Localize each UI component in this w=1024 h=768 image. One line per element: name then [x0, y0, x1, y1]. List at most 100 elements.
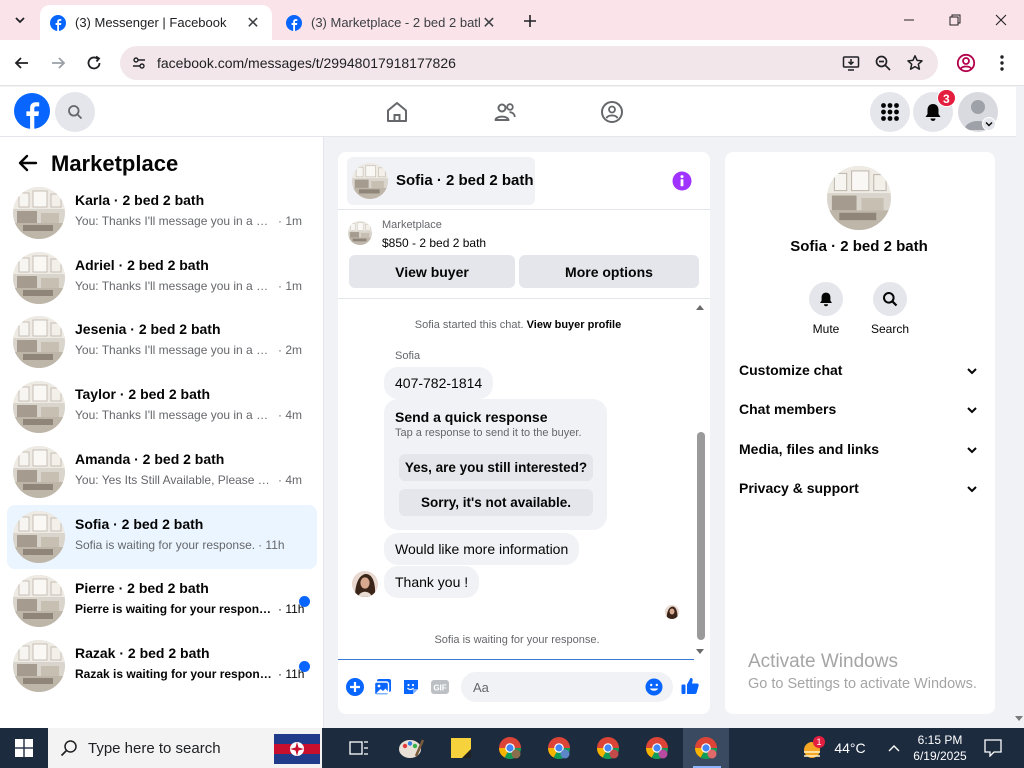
install-app-icon[interactable]: [841, 53, 861, 73]
divider: [338, 298, 710, 299]
conversation-item[interactable]: Taylor · 2 bed 2 bath You: Thanks I'll me…: [7, 375, 317, 439]
system-clock[interactable]: 6:15 PM 6/19/2025: [908, 732, 972, 764]
taskbar-app-chrome-1[interactable]: [487, 728, 533, 768]
back-button[interactable]: [9, 50, 35, 76]
taskbar-app-chrome-4[interactable]: [634, 728, 680, 768]
emoji-icon[interactable]: [645, 678, 663, 696]
chrome-icon: [695, 737, 717, 759]
activate-windows-watermark: Activate Windows Go to Settings to activ…: [748, 651, 977, 692]
tab-marketplace[interactable]: (3) Marketplace - 2 bed 2 bath ✕: [276, 5, 508, 40]
close-window-button[interactable]: [978, 0, 1024, 40]
listing-label: Marketplace: [382, 219, 442, 231]
tab-search-button[interactable]: [6, 8, 34, 32]
section-customize-chat[interactable]: Customize chat: [739, 358, 981, 382]
conversation-item[interactable]: Amanda · 2 bed 2 bath You: Yes Its Still …: [7, 440, 317, 504]
snippet-time: · 1m: [278, 278, 302, 293]
thumbs-up-icon[interactable]: [680, 676, 700, 696]
mute-action[interactable]: Mute: [801, 282, 851, 336]
info-avatar[interactable]: [827, 166, 891, 230]
url-text: facebook.com/messages/t/2994801791817782…: [157, 55, 456, 71]
back-arrow-icon[interactable]: [16, 151, 40, 175]
minimize-button[interactable]: [886, 0, 932, 40]
nav-groups[interactable]: [595, 95, 629, 129]
reload-button[interactable]: [81, 50, 107, 76]
paint-app-icon: [399, 739, 424, 758]
close-tab-icon[interactable]: ✕: [244, 14, 262, 32]
conversation-item[interactable]: Jesenia · 2 bed 2 bath You: Thanks I'll m…: [7, 310, 317, 374]
info-icon[interactable]: [672, 171, 692, 191]
show-hidden-icons-button[interactable]: [882, 728, 906, 768]
bookmark-star-icon[interactable]: [905, 53, 925, 73]
conversation-item[interactable]: Sofia · 2 bed 2 bath Sofia is waiting for…: [7, 504, 317, 569]
view-buyer-profile-link[interactable]: View buyer profile: [527, 319, 622, 331]
taskbar-app-chrome-2[interactable]: [536, 728, 582, 768]
taskbar-app-chrome-active[interactable]: [683, 728, 729, 768]
notification-center-button[interactable]: [978, 728, 1008, 768]
nav-home[interactable]: [380, 95, 414, 129]
taskbar-app-sticky-notes[interactable]: [438, 728, 484, 768]
photo-icon[interactable]: [373, 677, 393, 697]
conversation-item[interactable]: Adriel · 2 bed 2 bath You: Thanks I'll me…: [7, 246, 317, 310]
restore-button[interactable]: [932, 0, 978, 40]
gif-icon[interactable]: GIF: [430, 677, 450, 697]
snippet-time: · 1m: [278, 214, 302, 228]
taskbar-search-box[interactable]: Type here to search: [48, 728, 322, 768]
svg-text:GIF: GIF: [433, 684, 446, 693]
watermark-title: Activate Windows: [748, 651, 898, 672]
taskbar-app-chrome-3[interactable]: [585, 728, 631, 768]
zoom-icon[interactable]: [873, 53, 893, 73]
conversation-avatar: [13, 575, 65, 628]
account-chevron[interactable]: [982, 117, 996, 131]
facebook-logo[interactable]: [14, 93, 50, 129]
message-input[interactable]: Aa: [461, 672, 673, 702]
windows-taskbar: Type here to search 1 44°C 6:15 PM 6/19/…: [0, 728, 1024, 768]
notification-badge: 3: [937, 89, 956, 107]
conversation-item[interactable]: Razak · 2 bed 2 bath Razak is waiting for…: [7, 634, 317, 698]
chat-header[interactable]: Sofia · 2 bed 2 bath: [347, 157, 535, 205]
chevron-down-icon: [15, 17, 25, 24]
section-chat-members[interactable]: Chat members: [739, 397, 981, 421]
taskbar-app-paint[interactable]: [388, 728, 434, 768]
search-action[interactable]: Search: [865, 282, 915, 336]
watermark-subtitle: Go to Settings to activate Windows.: [748, 676, 977, 692]
more-options-button[interactable]: More options: [519, 255, 699, 288]
conversation-name: Amanda · 2 bed 2 bath: [75, 450, 225, 467]
section-label: Privacy & support: [739, 480, 859, 496]
conversation-snippet: You: Thanks I'll message you in a mo... ·…: [75, 279, 302, 293]
info-name: Sofia · 2 bed 2 bath: [790, 238, 928, 255]
section-label: Media, files and links: [739, 441, 880, 457]
browser-menu-button[interactable]: [989, 50, 1015, 76]
chevron-up-icon: [888, 745, 900, 752]
section-media-files-links[interactable]: Media, files and links: [739, 437, 981, 461]
close-tab-icon[interactable]: ✕: [480, 14, 498, 32]
sender-avatar[interactable]: [352, 571, 378, 597]
nav-friends[interactable]: [488, 95, 522, 129]
page-scroll-down-arrow[interactable]: [1014, 713, 1024, 723]
search-facebook-button[interactable]: [55, 92, 95, 132]
chat-scrollbar-thumb[interactable]: [697, 432, 705, 640]
tab-messenger[interactable]: (3) Messenger | Facebook ✕: [40, 5, 272, 40]
sticker-icon[interactable]: [401, 677, 421, 697]
menu-button[interactable]: [870, 92, 910, 132]
quick-response-option[interactable]: Sorry, it's not available.: [399, 489, 593, 516]
quick-response-option[interactable]: Yes, are you still interested?: [399, 454, 593, 481]
address-bar[interactable]: facebook.com/messages/t/2994801791817782…: [120, 46, 938, 80]
site-info-icon[interactable]: [129, 53, 149, 73]
section-label: Customize chat: [739, 362, 843, 378]
arrow-right-icon: [52, 57, 66, 69]
section-privacy-support[interactable]: Privacy & support: [739, 476, 981, 500]
profile-button[interactable]: [953, 50, 979, 76]
arrow-left-icon: [14, 57, 28, 69]
weather-widget[interactable]: 1: [798, 728, 830, 768]
start-button[interactable]: [0, 728, 48, 768]
view-buyer-button[interactable]: View buyer: [349, 255, 515, 288]
conversation-item[interactable]: Karla · 2 bed 2 bath You: Thanks I'll mes…: [7, 181, 317, 245]
forward-button[interactable]: [45, 50, 71, 76]
conversation-name: Taylor · 2 bed 2 bath: [75, 386, 211, 403]
plus-circle-icon[interactable]: [345, 677, 365, 697]
conversation-item[interactable]: Pierre · 2 bed 2 bath Pierre is waiting f…: [7, 569, 317, 633]
new-tab-button[interactable]: [518, 9, 542, 33]
conversation-avatar: [13, 510, 65, 563]
task-view-button[interactable]: [336, 728, 382, 768]
grid-menu-icon: [881, 103, 899, 121]
